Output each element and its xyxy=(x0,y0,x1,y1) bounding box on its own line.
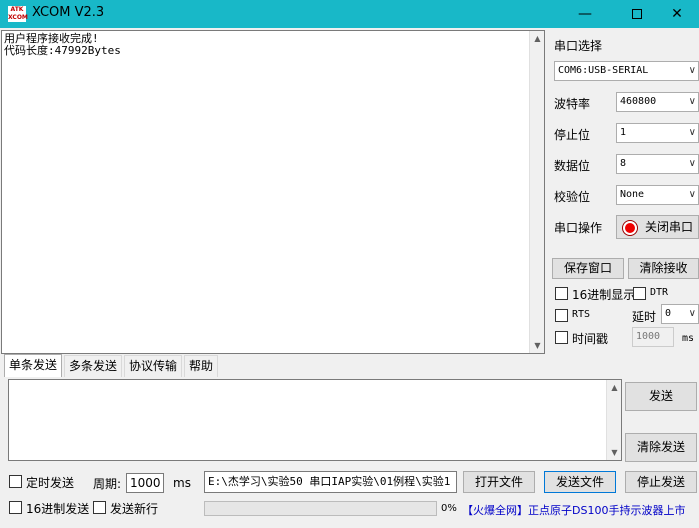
scroll-down-icon[interactable]: ▼ xyxy=(607,445,622,460)
send-button[interactable]: 发送 xyxy=(625,382,697,411)
tab-multi-send[interactable]: 多条发送 xyxy=(64,355,123,377)
window-title: XCOM V2.3 xyxy=(32,5,105,20)
rts-label: RTS xyxy=(572,309,591,320)
send-progress-bar xyxy=(204,501,437,516)
receive-scrollbar[interactable]: ▲ ▼ xyxy=(529,31,544,353)
dtr-label: DTR xyxy=(650,287,669,298)
period-ms-label: ms xyxy=(173,476,191,490)
timed-send-label: 定时发送 xyxy=(26,476,75,490)
clear-send-button[interactable]: 清除发送 xyxy=(625,433,697,462)
receive-textarea[interactable]: 用户程序接收完成! 代码长度:47992Bytes ▲ ▼ xyxy=(1,30,545,354)
send-newline-checkbox[interactable] xyxy=(93,501,106,514)
title-bar: ATK XCOM XCOM V2.3 — ✕ xyxy=(0,0,699,28)
tab-single-send[interactable]: 单条发送 xyxy=(4,354,63,377)
parity-select[interactable]: None ∨ xyxy=(616,185,699,205)
timed-send-checkbox[interactable] xyxy=(9,475,22,488)
scroll-up-icon[interactable]: ▲ xyxy=(530,31,545,46)
progress-percent: 0% xyxy=(441,503,457,514)
chevron-down-icon: ∨ xyxy=(688,308,696,319)
port-select-value: COM6:USB-SERIAL xyxy=(558,65,649,76)
close-port-label: 关闭串口 xyxy=(645,220,694,234)
delay-label: 延时 xyxy=(632,310,657,324)
port-select[interactable]: COM6:USB-SERIAL ∨ xyxy=(554,61,699,81)
hex-display-checkbox[interactable] xyxy=(555,287,568,300)
period-label: 周期: xyxy=(93,477,122,491)
chevron-down-icon: ∨ xyxy=(688,189,696,200)
stop-bits-value: 1 xyxy=(620,127,627,138)
hex-send-checkbox[interactable] xyxy=(9,501,22,514)
send-newline-label: 发送新行 xyxy=(110,502,159,516)
receive-text: 用户程序接收完成! 代码长度:47992Bytes xyxy=(4,32,121,57)
port-operation-label: 串口操作 xyxy=(554,221,603,235)
send-textarea[interactable]: ▲ ▼ xyxy=(8,379,622,461)
hex-display-label: 16进制显示 xyxy=(572,288,636,302)
stop-send-button[interactable]: 停止发送 xyxy=(625,471,697,493)
chevron-down-icon: ∨ xyxy=(688,127,696,138)
timestamp-ms-label: ms xyxy=(682,333,695,344)
chevron-down-icon: ∨ xyxy=(688,158,696,169)
stop-bits-label: 停止位 xyxy=(554,128,591,142)
minimize-button[interactable]: — xyxy=(562,0,608,28)
dtr-checkbox[interactable] xyxy=(633,287,646,300)
timestamp-interval-input[interactable]: 1000 xyxy=(632,327,674,347)
chevron-down-icon: ∨ xyxy=(688,65,696,76)
file-path-input[interactable]: E:\杰学习\实验50 串口IAP实验\01例程\实验1 xyxy=(204,471,457,493)
rts-checkbox[interactable] xyxy=(555,309,568,322)
scroll-down-icon[interactable]: ▼ xyxy=(530,338,545,353)
clear-receive-button[interactable]: 清除接收 xyxy=(628,258,699,279)
tab-help[interactable]: 帮助 xyxy=(184,355,219,377)
scroll-up-icon[interactable]: ▲ xyxy=(607,380,622,395)
hex-send-label: 16进制发送 xyxy=(26,502,90,516)
send-scrollbar[interactable]: ▲ ▼ xyxy=(606,380,621,460)
timestamp-label: 时间戳 xyxy=(572,332,609,346)
data-bits-select[interactable]: 8 ∨ xyxy=(616,154,699,174)
chevron-down-icon: ∨ xyxy=(688,96,696,107)
close-button[interactable]: ✕ xyxy=(654,0,699,28)
delay-value: 0 xyxy=(665,308,672,319)
baud-select[interactable]: 460800 ∨ xyxy=(616,92,699,112)
delay-select[interactable]: 0 ∨ xyxy=(661,304,699,324)
send-file-button[interactable]: 发送文件 xyxy=(544,471,616,493)
close-port-button[interactable]: 关闭串口 xyxy=(616,215,699,239)
save-window-button[interactable]: 保存窗口 xyxy=(552,258,624,279)
tab-protocol[interactable]: 协议传输 xyxy=(124,355,183,377)
baud-label: 波特率 xyxy=(554,97,591,111)
open-file-button[interactable]: 打开文件 xyxy=(463,471,535,493)
data-bits-value: 8 xyxy=(620,158,627,169)
maximize-icon xyxy=(632,9,642,19)
baud-value: 460800 xyxy=(620,96,657,107)
parity-label: 校验位 xyxy=(554,190,591,204)
parity-value: None xyxy=(620,189,645,200)
ad-marquee-link[interactable]: 【火爆全网】正点原子DS100手持示波器上市 xyxy=(462,502,685,518)
period-input[interactable]: 1000 xyxy=(126,473,164,493)
port-select-label: 串口选择 xyxy=(554,39,603,53)
app-logo-icon: ATK XCOM xyxy=(8,6,28,22)
stop-bits-select[interactable]: 1 ∨ xyxy=(616,123,699,143)
timestamp-checkbox[interactable] xyxy=(555,331,568,344)
data-bits-label: 数据位 xyxy=(554,159,591,173)
port-status-led-icon xyxy=(623,220,637,235)
